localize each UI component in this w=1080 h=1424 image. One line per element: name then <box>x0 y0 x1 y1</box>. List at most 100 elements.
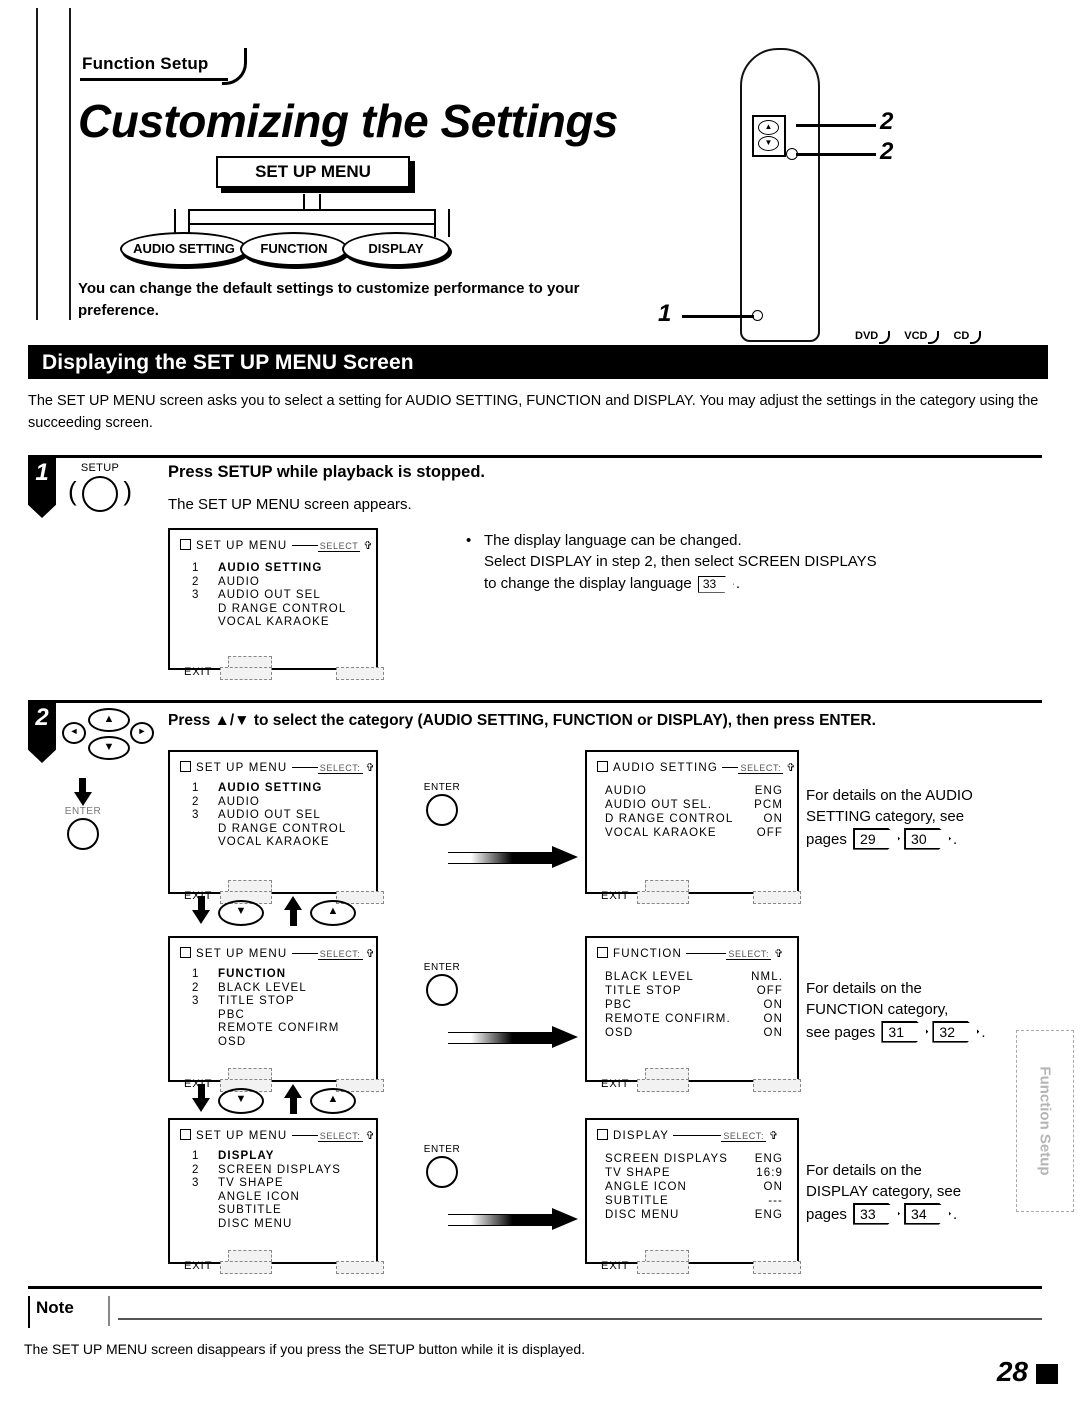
note-bar-mid <box>108 1296 110 1326</box>
osd-row-label: TITLE STOP <box>218 995 295 1007</box>
transition-arrow-row3 <box>448 1208 578 1230</box>
osd-setting-value: OFF <box>756 985 783 997</box>
down-arrow-icon: ▼ <box>758 136 779 151</box>
osd-row: 2 SCREEN DISPLAYS <box>192 1164 341 1178</box>
osd-screen-setup-menu-step1: SET UP MENU SELECT ✞ 1 AUDIO SETTING 2 AUDI… <box>168 528 384 680</box>
osd-row: 3 AUDIO OUT SEL <box>192 589 346 603</box>
osd-row: 3 TV SHAPE <box>192 1177 341 1191</box>
detail-line-1: For details on the AUDIO <box>806 787 973 804</box>
osd-setting-value: 16:9 <box>756 1167 783 1179</box>
enter-key-graphic: ENTER <box>53 806 113 850</box>
osd-screen-setup-menu-row1: SET UP MENU SELECT: ✞ 1 AUDIO SETTING 2 AUD… <box>168 750 384 904</box>
osd-title: SET UP MENU <box>196 1130 288 1142</box>
disc-square-icon <box>597 947 608 958</box>
osd-exit-label: EXIT <box>184 1260 213 1272</box>
page-marker-square <box>1036 1364 1058 1384</box>
margin-rule-inner <box>69 8 71 320</box>
osd-setting-value: OFF <box>756 827 783 839</box>
osd-setting-row: TV SHAPE 16:9 <box>605 1166 783 1180</box>
detail-line-2: FUNCTION category, <box>806 1001 949 1019</box>
disc-badge-vcd: VCD <box>904 330 940 344</box>
step1-sub: The SET UP MENU screen appears. <box>168 496 412 513</box>
osd-setting-key: TITLE STOP <box>605 985 682 997</box>
osd-setting-row: BLACK LEVEL NML. <box>605 970 783 984</box>
enter-key-circle <box>426 1156 458 1188</box>
osd-list: 1 AUDIO SETTING 2 AUDIO 3 AUDIO OUT SEL D R… <box>192 562 346 630</box>
disc-badge-cd: CD <box>953 330 982 344</box>
osd-header: DISPLAY SELECT: ✞ <box>597 1128 779 1142</box>
osd-setting-key: OSD <box>605 1027 634 1039</box>
osd-row-num: 2 <box>192 981 200 994</box>
detail-line-3: pages 29 30. <box>806 827 1036 850</box>
osd-header: SET UP MENU SELECT: ✞ <box>180 946 376 960</box>
osd-row: 2 AUDIO <box>192 796 346 810</box>
osd-row-num: 1 <box>192 1150 200 1162</box>
enter-key-label: ENTER <box>423 962 461 973</box>
osd-title: FUNCTION <box>613 948 683 960</box>
osd-row-label: PBC <box>218 1008 245 1021</box>
detail-note-audio-setting: For details on the AUDIO SETTING categor… <box>806 785 1036 850</box>
osd-setting-key: SCREEN DISPLAYS <box>605 1153 729 1165</box>
osd-settings-list: AUDIO ENG AUDIO OUT SEL. PCM D RANGE CONTR… <box>605 784 783 840</box>
dpad-down-button[interactable]: ▼ <box>218 1088 264 1114</box>
arrow-tip <box>552 1026 578 1048</box>
osd-row: D RANGE CONTROL <box>192 603 346 617</box>
dpad-up-button: ▲ <box>88 708 130 732</box>
osd-row-label: AUDIO SETTING <box>218 562 323 574</box>
arrow-tail <box>448 1032 552 1044</box>
callout-number-2-top: 2 <box>880 108 894 135</box>
setup-key-label: SETUP <box>80 462 120 474</box>
osd-header-underscore <box>291 545 318 546</box>
detail-line-1: For details on the <box>806 980 922 997</box>
osd-header-underscore <box>291 767 318 768</box>
setup-key-graphic: SETUP ( ) <box>62 462 138 512</box>
page-ref-badge: 31 <box>881 1020 929 1043</box>
bullet-line-3-post: . <box>735 574 741 592</box>
dpad-down-button[interactable]: ▼ <box>218 900 264 926</box>
dpad-up-button[interactable]: ▲ <box>310 1088 356 1114</box>
transition-arrow-row1 <box>448 846 578 868</box>
osd-row-label: VOCAL KARAOKE <box>218 616 330 628</box>
eyebrow-underline <box>80 78 228 81</box>
detail-line-1: For details on the <box>806 1162 922 1179</box>
osd-setting-row: OSD ON <box>605 1026 783 1040</box>
osd-row: SUBTITLE <box>192 1204 341 1218</box>
setup-key-circle <box>82 476 118 512</box>
down-arrow-icon <box>192 1098 210 1112</box>
diagram-root-box: SET UP MENU <box>216 156 410 188</box>
osd-list: 1 FUNCTION 2 BLACK LEVEL 3 TITLE STOP PBC R… <box>192 968 339 1049</box>
osd-row-label: AUDIO <box>218 795 260 808</box>
osd-setting-key: VOCAL KARAOKE <box>605 827 717 839</box>
osd-header: SET UP MENU SELECT ✞ <box>180 538 374 552</box>
header-intro-text: You can change the default settings to c… <box>78 280 580 319</box>
dpad-left-button: ◄ <box>62 722 86 744</box>
osd-row: ANGLE ICON <box>192 1191 341 1205</box>
disc-square-icon <box>180 761 191 772</box>
osd-ghost-key-setup <box>637 891 689 904</box>
diagram-branch-display: DISPLAY <box>342 232 450 266</box>
detail-line-3: see pages 31 32. <box>806 1020 1036 1043</box>
osd-select-label: SELECT: <box>317 763 363 774</box>
osd-row-label: FUNCTION <box>218 968 287 980</box>
enter-key-circle <box>426 794 458 826</box>
osd-setting-key: DISC MENU <box>605 1209 680 1221</box>
enter-key-label: ENTER <box>423 1144 461 1155</box>
osd-setting-key: ANGLE ICON <box>605 1181 687 1193</box>
dpad-up-button[interactable]: ▲ <box>310 900 356 926</box>
callout-number-1: 1 <box>658 300 672 327</box>
note-rule-thin <box>118 1318 1042 1320</box>
margin-rule-outer <box>36 8 38 320</box>
bullet-line-1: The display language can be changed. <box>484 532 742 549</box>
dpad-to-enter-arrow <box>74 792 92 806</box>
osd-setting-row: AUDIO OUT SEL. PCM <box>605 798 783 812</box>
arrow-tail <box>448 852 552 864</box>
osd-list: 1 DISPLAY 2 SCREEN DISPLAYS 3 TV SHAPE ANGL… <box>192 1150 341 1231</box>
dpad-cross-icon: ✞ <box>363 540 374 552</box>
step2-rule <box>28 700 1042 703</box>
osd-setting-value: ON <box>763 1027 783 1039</box>
up-arrow-icon <box>284 896 302 910</box>
osd-setting-key: BLACK LEVEL <box>605 971 694 983</box>
osd-ghost-key-setup <box>637 1261 689 1274</box>
osd-row-label: ANGLE ICON <box>218 1190 300 1203</box>
detail-suffix: . <box>981 1023 986 1041</box>
